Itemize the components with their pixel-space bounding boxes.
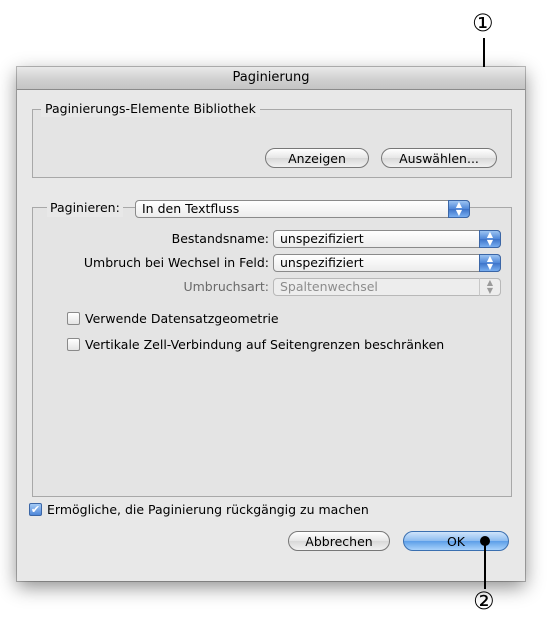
show-button[interactable]: Anzeigen	[265, 148, 369, 168]
paginate-popup-value: In den Textfluss	[142, 201, 240, 216]
library-legend: Paginierungs-Elemente Bibliothek	[41, 101, 260, 117]
umbruch-feld-popup[interactable]: unspezifiziert ▲ ▼	[273, 254, 501, 272]
datensatzgeometrie-label: Verwende Datensatzgeometrie	[85, 311, 279, 326]
callout-1-label: ①	[472, 9, 494, 37]
paginate-group: Paginieren: In den Textfluss ▲ ▼ Bestands…	[32, 199, 512, 497]
cancel-button[interactable]: Abbrechen	[288, 531, 390, 551]
paginierung-dialog: Paginierung Paginierungs-Elemente Biblio…	[17, 67, 525, 581]
umbruch-feld-value: unspezifiziert	[280, 255, 364, 270]
umbruchsart-popup[interactable]: Spaltenwechsel ▲ ▼	[273, 278, 501, 296]
updown-arrows-icon: ▲ ▼	[479, 254, 501, 272]
datensatzgeometrie-checkbox[interactable]	[67, 312, 80, 325]
updown-arrows-icon: ▲ ▼	[479, 230, 501, 248]
dialog-title: Paginierung	[17, 67, 525, 90]
field-label-umbruch-feld: Umbruch bei Wechsel in Feld:	[83, 255, 269, 270]
updown-arrows-icon: ▲ ▼	[448, 200, 470, 218]
undo-checkbox[interactable]: ✔	[29, 503, 42, 516]
zellverbindung-checkbox[interactable]	[67, 338, 80, 351]
bestandsname-value: unspezifiziert	[280, 231, 364, 246]
library-group: Paginierungs-Elemente Bibliothek Anzeige…	[32, 101, 512, 178]
undo-label: Ermögliche, die Paginierung rückgängig z…	[47, 502, 369, 517]
callout-2-line	[484, 541, 486, 589]
umbruchsart-value: Spaltenwechsel	[280, 279, 378, 294]
field-label-umbruchsart: Umbruchsart:	[183, 279, 269, 294]
checkmark-icon: ✔	[30, 503, 41, 516]
select-button[interactable]: Auswählen...	[381, 148, 497, 168]
field-label-bestandsname: Bestandsname:	[171, 231, 269, 246]
zellverbindung-label: Vertikale Zell-Verbindung auf Seitengren…	[85, 337, 445, 352]
ok-button[interactable]: OK	[403, 531, 509, 551]
updown-arrows-icon: ▲ ▼	[479, 278, 501, 296]
callout-2-label: ②	[473, 587, 495, 615]
bestandsname-popup[interactable]: unspezifiziert ▲ ▼	[273, 230, 501, 248]
paginate-popup[interactable]: In den Textfluss ▲ ▼	[135, 200, 470, 218]
paginate-label: Paginieren:	[47, 199, 123, 217]
